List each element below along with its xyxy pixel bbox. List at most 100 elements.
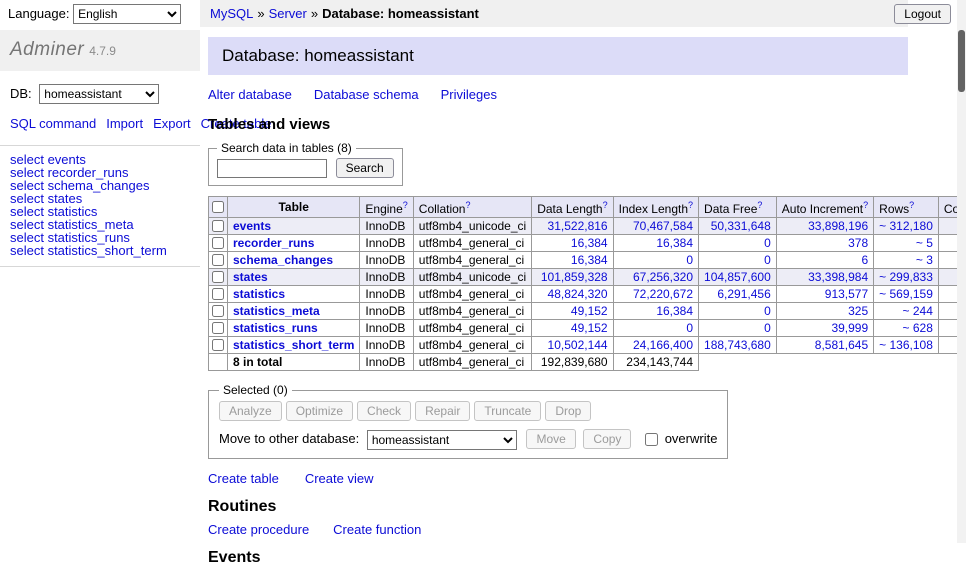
table-name-cell: statistics (228, 286, 360, 303)
table-row-statistics-runs: statistics_runsInnoDButf8mb4_general_ci4… (209, 320, 966, 337)
sidebar-table-link-select-statistics-runs[interactable]: select statistics_runs (10, 231, 190, 244)
analyze-button[interactable]: Analyze (219, 401, 282, 421)
sidebar-action-sql-command[interactable]: SQL command (10, 116, 96, 131)
table-name-cell: events (228, 218, 360, 235)
column-doc-link[interactable]: ? (909, 200, 914, 210)
table-header-row: TableEngine?Collation?Data Length?Index … (209, 197, 966, 218)
total-engine: InnoDB (360, 354, 413, 371)
table-link-states[interactable]: states (233, 270, 268, 284)
table-link-recorder-runs[interactable]: recorder_runs (233, 236, 314, 250)
column-doc-link[interactable]: ? (757, 200, 762, 210)
row-checkbox[interactable] (212, 254, 224, 266)
optimize-button[interactable]: Optimize (286, 401, 353, 421)
sidebar-table-link-select-statistics[interactable]: select statistics (10, 205, 190, 218)
row-checkbox[interactable] (212, 237, 224, 249)
create-procedure-link[interactable]: Create procedure (208, 522, 309, 537)
cell-rows: ~ 299,833 (874, 269, 939, 286)
cell-index_length: 0 (613, 252, 698, 269)
tables-table: TableEngine?Collation?Data Length?Index … (208, 196, 966, 371)
create-table-link[interactable]: Create table (208, 471, 279, 486)
total-label: 8 in total (228, 354, 360, 371)
sidebar: Adminer4.7.9 DB: homeassistant SQL comma… (0, 27, 200, 543)
sidebar-table-link-select-states[interactable]: select states (10, 192, 190, 205)
search-legend: Search data in tables (8) (217, 141, 356, 155)
total-blank-cell (874, 354, 939, 371)
sidebar-table-link-select-schema-changes[interactable]: select schema_changes (10, 179, 190, 192)
total-empty-cell (209, 354, 228, 371)
column-doc-link[interactable]: ? (465, 200, 470, 210)
language-select[interactable]: English (73, 4, 181, 24)
database-links: Alter database Database schema Privileges (208, 87, 958, 102)
column-doc-link[interactable]: ? (688, 200, 693, 210)
database-schema-link[interactable]: Database schema (314, 87, 419, 102)
db-select[interactable]: homeassistant (39, 84, 159, 104)
select-all-checkbox[interactable] (212, 201, 224, 213)
sidebar-table-link-select-events[interactable]: select events (10, 153, 190, 166)
alter-database-link[interactable]: Alter database (208, 87, 292, 102)
row-checkbox[interactable] (212, 288, 224, 300)
privileges-link[interactable]: Privileges (441, 87, 497, 102)
sidebar-action-export[interactable]: Export (153, 116, 191, 131)
events-heading: Events (208, 549, 958, 567)
row-checkbox-cell (209, 337, 228, 354)
row-checkbox[interactable] (212, 220, 224, 232)
repair-button[interactable]: Repair (415, 401, 470, 421)
page-title: Database: homeassistant (208, 37, 908, 75)
table-row-events: eventsInnoDButf8mb4_unicode_ci31,522,816… (209, 218, 966, 235)
cell-rows: ~ 244 (874, 303, 939, 320)
sidebar-action-import[interactable]: Import (106, 116, 143, 131)
breadcrumb-separator: » (311, 6, 318, 21)
create-function-link[interactable]: Create function (333, 522, 421, 537)
cell-engine: InnoDB (360, 218, 413, 235)
cell-index_length: 24,166,400 (613, 337, 698, 354)
row-checkbox-cell (209, 218, 228, 235)
breadcrumb-server-link[interactable]: Server (269, 6, 307, 21)
table-link-schema-changes[interactable]: schema_changes (233, 253, 333, 267)
table-link-statistics-short-term[interactable]: statistics_short_term (233, 338, 354, 352)
cell-data_length: 16,384 (532, 235, 613, 252)
cell-auto_increment: 39,999 (776, 320, 873, 337)
sidebar-table-link-select-statistics-short-term[interactable]: select statistics_short_term (10, 244, 190, 257)
selected-buttons: AnalyzeOptimizeCheckRepairTruncateDrop (219, 401, 717, 421)
cell-index_length: 67,256,320 (613, 269, 698, 286)
row-checkbox[interactable] (212, 271, 224, 283)
top-bar: Language: English MySQL»Server»Database:… (0, 0, 966, 27)
sidebar-actions: SQL commandImportExportCreate table (0, 107, 200, 146)
column-doc-link[interactable]: ? (403, 200, 408, 210)
cell-data_length: 16,384 (532, 252, 613, 269)
create-view-link[interactable]: Create view (305, 471, 374, 486)
row-checkbox[interactable] (212, 339, 224, 351)
cell-rows: ~ 3 (874, 252, 939, 269)
truncate-button[interactable]: Truncate (474, 401, 541, 421)
table-link-statistics-runs[interactable]: statistics_runs (233, 321, 318, 335)
sidebar-table-link-select-statistics-meta[interactable]: select statistics_meta (10, 218, 190, 231)
check-button[interactable]: Check (357, 401, 411, 421)
row-checkbox[interactable] (212, 322, 224, 334)
row-checkbox[interactable] (212, 305, 224, 317)
table-link-events[interactable]: events (233, 219, 271, 233)
move-button[interactable]: Move (526, 429, 575, 449)
column-doc-link[interactable]: ? (863, 200, 868, 210)
cell-collation: utf8mb4_general_ci (413, 252, 531, 269)
move-db-select[interactable]: homeassistant (367, 430, 517, 450)
overwrite-checkbox[interactable] (645, 433, 658, 446)
breadcrumb-mysql-link[interactable]: MySQL (210, 6, 253, 21)
table-link-statistics-meta[interactable]: statistics_meta (233, 304, 320, 318)
sidebar-table-link-select-recorder-runs[interactable]: select recorder_runs (10, 166, 190, 179)
logout-button[interactable]: Logout (894, 4, 951, 24)
table-row-recorder-runs: recorder_runsInnoDButf8mb4_general_ci16,… (209, 235, 966, 252)
copy-button[interactable]: Copy (583, 429, 631, 449)
table-link-statistics[interactable]: statistics (233, 287, 285, 301)
search-button[interactable]: Search (336, 158, 394, 178)
vertical-scrollbar[interactable] (957, 0, 966, 543)
search-input[interactable] (217, 159, 327, 178)
table-name-cell: statistics_short_term (228, 337, 360, 354)
cell-index_length: 16,384 (613, 235, 698, 252)
scrollbar-thumb[interactable] (958, 30, 965, 92)
cell-data_length: 10,502,144 (532, 337, 613, 354)
cell-index_length: 16,384 (613, 303, 698, 320)
drop-button[interactable]: Drop (545, 401, 591, 421)
column-doc-link[interactable]: ? (603, 200, 608, 210)
cell-rows: ~ 569,159 (874, 286, 939, 303)
cell-index_length: 0 (613, 320, 698, 337)
